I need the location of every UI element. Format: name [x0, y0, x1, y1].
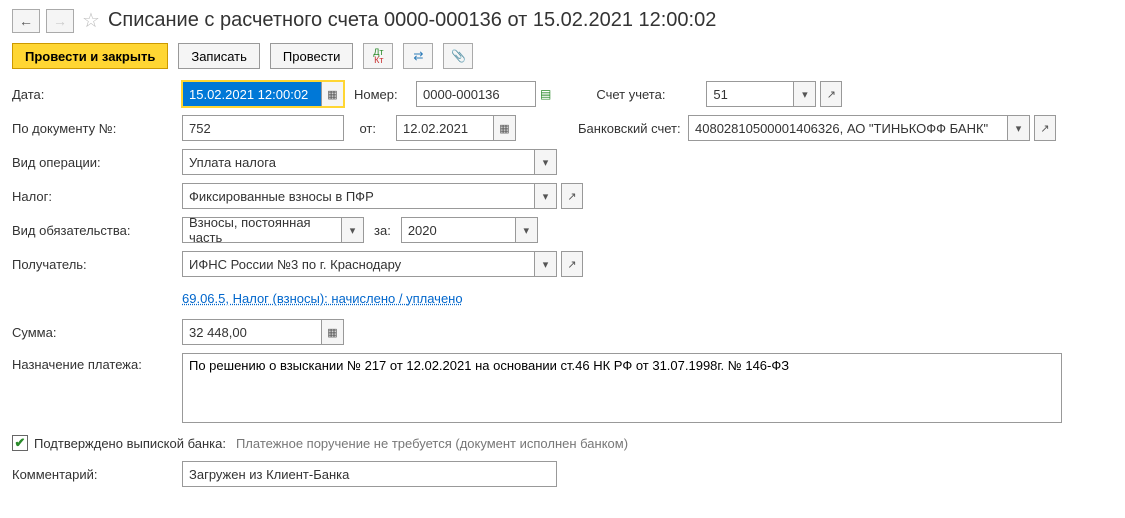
by-doc-no-label: По документу №: — [12, 121, 182, 136]
open-icon: ↗ — [1040, 122, 1049, 135]
op-type-dropdown-button[interactable]: ▾ — [535, 149, 557, 175]
account-dropdown-button[interactable]: ▾ — [794, 81, 816, 107]
op-type-label: Вид операции: — [12, 155, 182, 170]
by-doc-no-input[interactable]: 752 — [182, 115, 344, 141]
save-button[interactable]: Записать — [178, 43, 260, 69]
confirmed-note: Платежное поручение не требуется (докуме… — [236, 436, 628, 451]
calculator-icon: ▦ — [327, 326, 337, 339]
favorite-star-icon[interactable]: ☆ — [82, 8, 100, 33]
amount-label: Сумма: — [12, 325, 182, 340]
tax-dropdown-button[interactable]: ▾ — [535, 183, 557, 209]
attach-button[interactable]: 📎 — [443, 43, 473, 69]
for-label: за: — [374, 223, 391, 238]
from-date-picker-button[interactable]: ▦ — [494, 115, 516, 141]
number-label: Номер: — [354, 87, 406, 102]
calendar-icon: ▦ — [499, 122, 509, 135]
debit-credit-icon: ДтКт — [373, 48, 383, 64]
purpose-label: Назначение платежа: — [12, 353, 182, 372]
comment-label: Комментарий: — [12, 467, 182, 482]
create-based-on-button[interactable]: ⇄ — [403, 43, 433, 69]
submit-button[interactable]: Провести — [270, 43, 354, 69]
open-icon: ↗ — [567, 190, 576, 203]
liability-type-dropdown-button[interactable]: ▾ — [342, 217, 364, 243]
chevron-down-icon: ▾ — [543, 156, 549, 169]
date-input[interactable]: 15.02.2021 12:00:02 — [182, 81, 322, 107]
link-docs-icon: ⇄ — [413, 49, 423, 63]
debit-credit-button[interactable]: ДтКт — [363, 43, 393, 69]
for-year-input[interactable]: 2020 — [401, 217, 516, 243]
liability-type-label: Вид обязательства: — [12, 223, 182, 238]
amount-input[interactable]: 32 448,00 — [182, 319, 322, 345]
op-type-input[interactable]: Уплата налога — [182, 149, 535, 175]
recipient-label: Получатель: — [12, 257, 182, 272]
from-label: от: — [354, 121, 376, 136]
nav-back-button[interactable]: ← — [12, 9, 40, 33]
recipient-input[interactable]: ИФНС России №3 по г. Краснодару — [182, 251, 535, 277]
date-label: Дата: — [12, 87, 182, 102]
tax-open-button[interactable]: ↗ — [561, 183, 583, 209]
confirmed-checkbox[interactable]: ✔ — [12, 435, 28, 451]
liability-type-input[interactable]: Взносы, постоянная часть — [182, 217, 342, 243]
tax-label: Налог: — [12, 189, 182, 204]
from-date-input[interactable]: 12.02.2021 — [396, 115, 494, 141]
number-input[interactable]: 0000-000136 — [416, 81, 536, 107]
submit-and-close-button[interactable]: Провести и закрыть — [12, 43, 168, 69]
open-icon: ↗ — [827, 88, 836, 101]
chevron-down-icon: ▾ — [802, 88, 808, 101]
paperclip-icon: 📎 — [451, 49, 466, 63]
bank-account-input[interactable]: 40802810500001406326, АО "ТИНЬКОФФ БАНК" — [688, 115, 1008, 141]
amount-calc-button[interactable]: ▦ — [322, 319, 344, 345]
for-year-dropdown-button[interactable]: ▾ — [516, 217, 538, 243]
chevron-down-icon: ▾ — [350, 224, 356, 237]
group-status-icon: ▤ — [540, 87, 551, 101]
recipient-dropdown-button[interactable]: ▾ — [535, 251, 557, 277]
bank-account-open-button[interactable]: ↗ — [1034, 115, 1056, 141]
bank-account-label: Банковский счет: — [578, 121, 688, 136]
recipient-open-button[interactable]: ↗ — [561, 251, 583, 277]
calendar-icon: ▦ — [327, 88, 337, 101]
page-title: Списание с расчетного счета 0000-000136 … — [108, 9, 716, 32]
bank-account-dropdown-button[interactable]: ▾ — [1008, 115, 1030, 141]
account-open-button[interactable]: ↗ — [820, 81, 842, 107]
account-label: Счет учета: — [596, 87, 706, 102]
chevron-down-icon: ▾ — [524, 224, 530, 237]
chevron-down-icon: ▾ — [543, 190, 549, 203]
confirmed-label: Подтверждено выпиской банка: — [34, 436, 226, 451]
date-picker-button[interactable]: ▦ — [322, 81, 344, 107]
chevron-down-icon: ▾ — [543, 258, 549, 271]
chevron-down-icon: ▾ — [1016, 122, 1022, 135]
open-icon: ↗ — [567, 258, 576, 271]
account-input[interactable]: 51 — [706, 81, 794, 107]
nav-forward-button[interactable]: → — [46, 9, 74, 33]
kbk-link[interactable]: 69.06.5, Налог (взносы): начислено / упл… — [182, 291, 463, 306]
tax-input[interactable]: Фиксированные взносы в ПФР — [182, 183, 535, 209]
purpose-textarea[interactable]: По решению о взыскании № 217 от 12.02.20… — [182, 353, 1062, 423]
comment-input[interactable]: Загружен из Клиент-Банка — [182, 461, 557, 487]
